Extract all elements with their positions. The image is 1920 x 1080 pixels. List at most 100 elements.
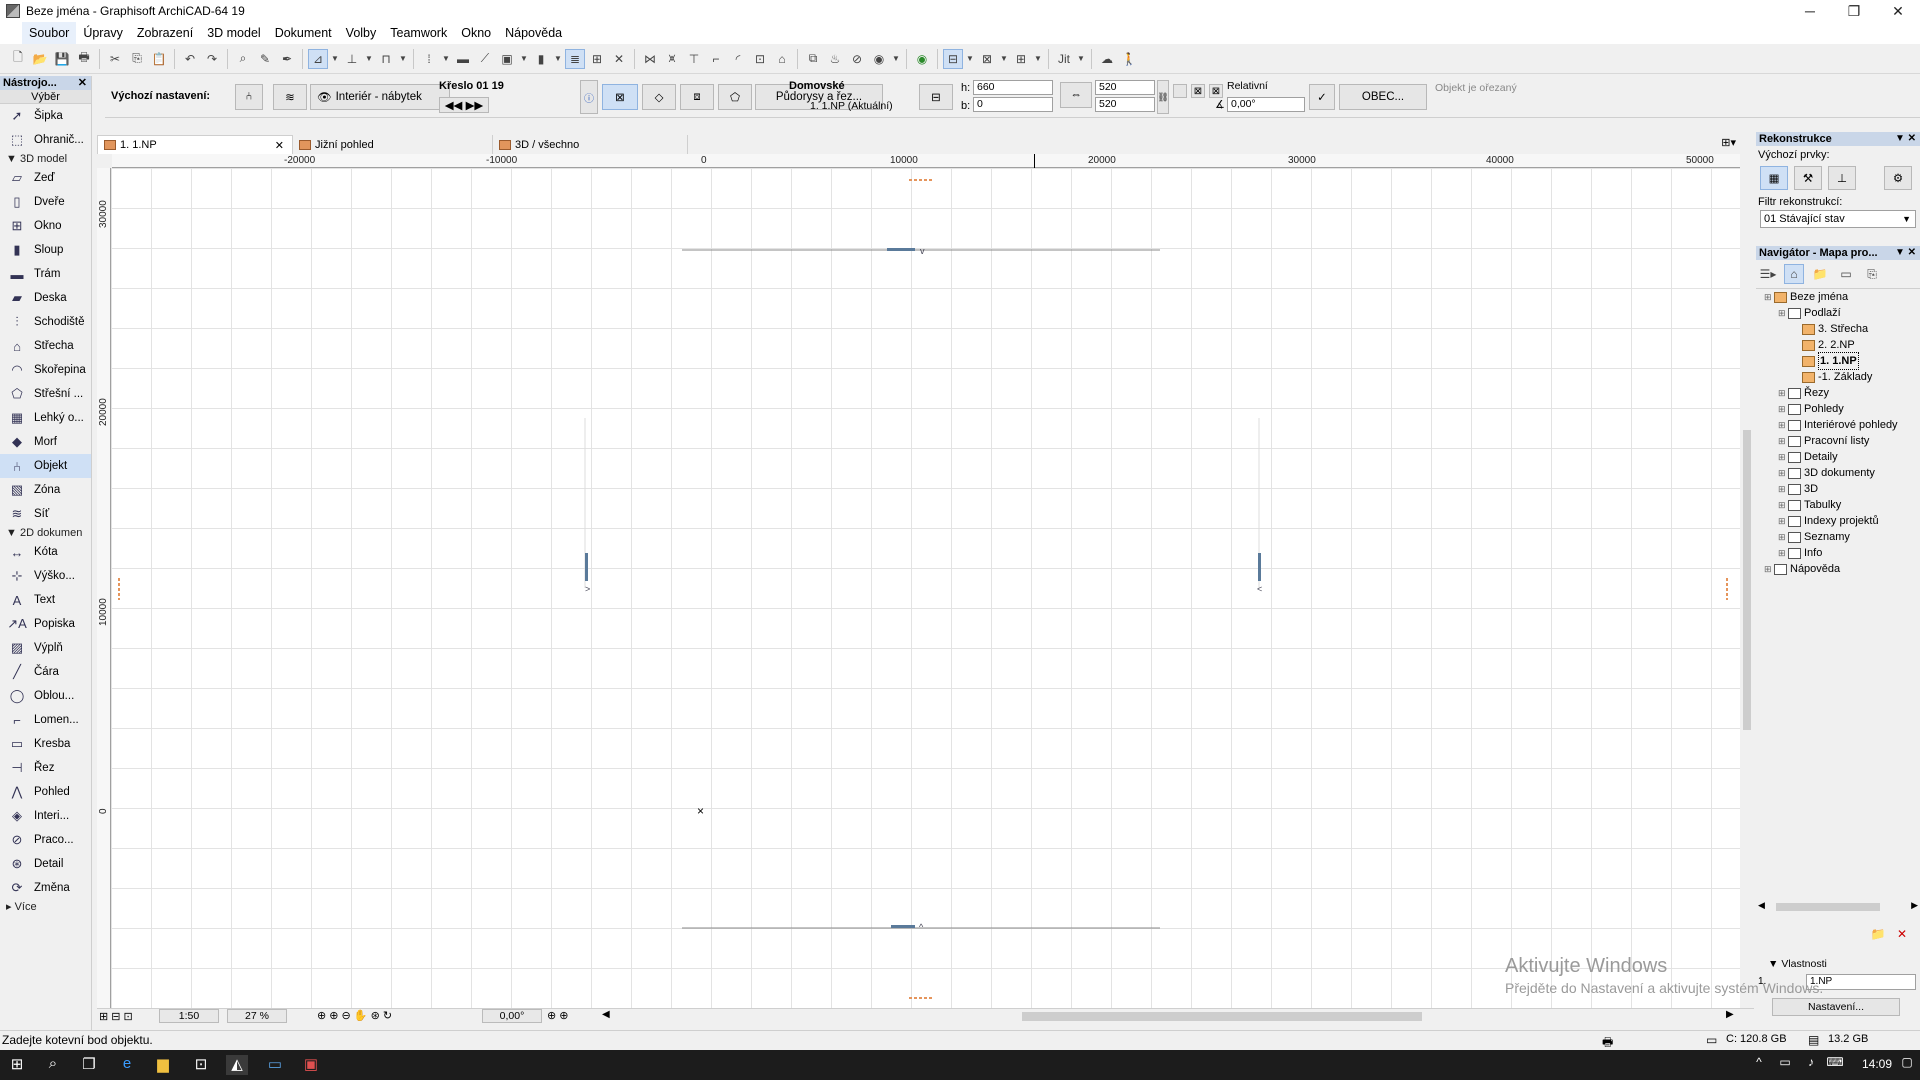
file-explorer-icon[interactable]: ▆	[152, 1055, 174, 1075]
menu-zobrazeni[interactable]: Zobrazení	[130, 22, 200, 44]
3d-window-icon[interactable]: ⧉	[803, 49, 823, 69]
navigator-header[interactable]: Navigátor - Mapa pro... ▼ ✕	[1756, 246, 1920, 260]
filter-select[interactable]: 01 Stávající stav ▼	[1760, 210, 1916, 228]
grid-dropdown-icon[interactable]: ▼	[441, 49, 451, 69]
app2-taskbar-icon[interactable]: ▣	[300, 1055, 322, 1075]
save-icon[interactable]: 💾	[52, 49, 72, 69]
tree-item[interactable]: 2. 2.NP	[1756, 337, 1920, 353]
selection-header[interactable]: Výběr	[0, 90, 91, 104]
tree-item[interactable]: ⊞ Detaily	[1756, 449, 1920, 465]
tree-expander-icon[interactable]: ⊞	[1778, 385, 1788, 401]
project-map-icon[interactable]: ⌂	[1784, 264, 1804, 284]
suspend-dropdown-icon[interactable]: ▼	[553, 49, 563, 69]
snap-guides-icon[interactable]: ⊥	[342, 49, 362, 69]
demolished-elements-button[interactable]: ⚒	[1794, 166, 1822, 190]
redo-icon[interactable]: ↷	[202, 49, 222, 69]
reconstruction-header[interactable]: Rekonstrukce ▼ ✕	[1756, 132, 1920, 146]
tree-item[interactable]: ⊞ Beze jména	[1756, 289, 1920, 305]
x-toggle-icon[interactable]: ⊠	[1191, 84, 1205, 98]
gravity-icon[interactable]: ⊓	[376, 49, 396, 69]
tool-object[interactable]: ⑃ Objekt	[0, 454, 91, 478]
tree-expander-icon[interactable]: ⊞	[1778, 417, 1788, 433]
tree-expander-icon[interactable]: ⊞	[1778, 449, 1788, 465]
rotation-field[interactable]: 0,00°	[482, 1009, 542, 1023]
h-input[interactable]: 660	[973, 80, 1053, 95]
floorplan-view-icon[interactable]: ⊟	[943, 48, 963, 69]
tool-morph[interactable]: ◆ Morf	[0, 430, 91, 454]
tool-line[interactable]: ╱ Čára	[0, 660, 91, 684]
mirror-checkbox[interactable]	[1173, 84, 1187, 98]
menu-teamwork[interactable]: Teamwork	[383, 22, 454, 44]
diagonal-geometry-button[interactable]: ⧈	[680, 84, 714, 110]
renovation-view-icon[interactable]: ⊠	[977, 49, 997, 69]
group-more[interactable]: ▸ Více	[0, 900, 91, 914]
zoom-tools-icons[interactable]: ⊕ ⊕ ⊖ ✋ ⊛ ↻	[317, 1009, 392, 1022]
table-icon[interactable]: ⊞	[587, 49, 607, 69]
volume-icon[interactable]: ♪	[1800, 1055, 1822, 1075]
tree-item[interactable]: ⊞ Info	[1756, 545, 1920, 561]
tool-shell[interactable]: ◠ Skořepina	[0, 358, 91, 382]
tool-zone[interactable]: ▧ Zóna	[0, 478, 91, 502]
navigator-settings-button[interactable]: Nastavení...	[1772, 998, 1900, 1016]
tool-stair[interactable]: ⫶ Schodiště	[0, 310, 91, 334]
app-taskbar-icon[interactable]: ▭	[264, 1055, 286, 1075]
renovation-dropdown-icon[interactable]: ▼	[999, 49, 1009, 69]
tree-expander-icon[interactable]: ⊞	[1778, 401, 1788, 417]
tool-marquee[interactable]: ⬚ Ohranič...	[0, 128, 91, 152]
task-view-icon[interactable]: ❐	[78, 1055, 100, 1075]
cancel-icon[interactable]: ✕	[609, 49, 629, 69]
tree-expander-icon[interactable]: ⊞	[1778, 497, 1788, 513]
tab-1-np[interactable]: 1. 1.NP ✕	[97, 135, 293, 154]
tree-expander-icon[interactable]: ⊞	[1764, 561, 1774, 577]
tree-item[interactable]: ⊞ Pracovní listy	[1756, 433, 1920, 449]
horizontal-scroll-thumb[interactable]	[1022, 1012, 1422, 1021]
toolbox-close-icon[interactable]: ✕	[78, 76, 87, 90]
tree-item[interactable]: ⊞ Pohledy	[1756, 401, 1920, 417]
menu-upravy[interactable]: Úpravy	[76, 22, 130, 44]
b-input[interactable]: 0	[973, 97, 1053, 112]
scroll-left-icon[interactable]: ◀	[602, 1009, 610, 1020]
tool-level-dimension[interactable]: ⊹ Výško...	[0, 564, 91, 588]
tree-item[interactable]: ⊞ Řezy	[1756, 385, 1920, 401]
3d-cut-icon[interactable]: ⊘	[847, 49, 867, 69]
view-map-icons[interactable]: ⊞ ⊟ ⊡	[99, 1010, 133, 1023]
tree-expander-icon[interactable]: ⊞	[1778, 465, 1788, 481]
print-icon[interactable]: 🖶	[74, 49, 94, 69]
view-dropdown-icon[interactable]: ▼	[965, 49, 975, 69]
group-2d-document[interactable]: ▼ 2D dokumen	[0, 526, 91, 540]
snap-dropdown-icon[interactable]: ▼	[364, 49, 374, 69]
menu-volby[interactable]: Volby	[339, 22, 384, 44]
elevate-icon[interactable]: ⊤	[684, 49, 704, 69]
offset-icon[interactable]: ⊡	[750, 49, 770, 69]
navigator-scrollbar[interactable]: ◀ ▶	[1756, 900, 1920, 914]
layer-settings-button[interactable]: ≋	[273, 84, 307, 110]
new-file-icon[interactable]: 🗋	[8, 49, 28, 69]
gravity-dropdown-icon[interactable]: ▼	[398, 49, 408, 69]
adjust-icon[interactable]: ⟋	[475, 49, 495, 69]
eyedropper-icon[interactable]: ✎	[255, 49, 275, 69]
new-folder-icon[interactable]: 📁	[1868, 924, 1888, 944]
size-button[interactable]: ⇔	[1060, 82, 1092, 108]
new-elements-button[interactable]: ⊥	[1828, 166, 1856, 190]
anchor-geometry-button[interactable]: ⊠	[602, 84, 638, 110]
tool-roof[interactable]: ⌂ Střecha	[0, 334, 91, 358]
copy-icon[interactable]: ⎘	[127, 49, 147, 69]
tree-expander-icon[interactable]: ⊞	[1778, 481, 1788, 497]
view-map-icon[interactable]: 📁	[1810, 264, 1830, 284]
tool-door[interactable]: ▯ Dveře	[0, 190, 91, 214]
trim-icon[interactable]: ▬	[453, 49, 473, 69]
tool-detail[interactable]: ⊛ Detail	[0, 852, 91, 876]
start-icon[interactable]: ⊞	[6, 1055, 28, 1075]
home-story-value[interactable]: 1. 1.NP (Aktuální)	[810, 100, 893, 112]
tool-interior-elevation[interactable]: ◈ Interi...	[0, 804, 91, 828]
menu-napoveda[interactable]: Nápověda	[498, 22, 569, 44]
tree-item[interactable]: -1. Základy	[1756, 369, 1920, 385]
tool-elevation[interactable]: ⋀ Pohled	[0, 780, 91, 804]
language-icon[interactable]: Jit	[1054, 49, 1074, 69]
tool-change[interactable]: ⟳ Změna	[0, 876, 91, 900]
tool-curtain-wall[interactable]: ▦ Lehký o...	[0, 406, 91, 430]
menu-3d-model[interactable]: 3D model	[200, 22, 268, 44]
edge-icon[interactable]: e	[116, 1055, 138, 1075]
size-b-input[interactable]: 520	[1095, 97, 1155, 112]
archicad-app-icon[interactable]	[6, 4, 20, 18]
